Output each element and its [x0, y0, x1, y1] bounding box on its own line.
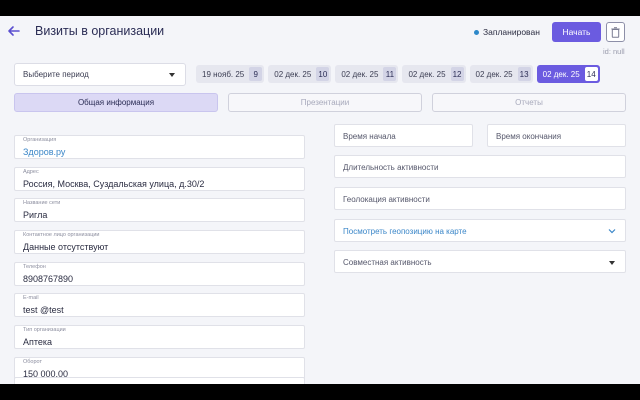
tab-general-info[interactable]: Общая информация — [14, 93, 218, 112]
start-button[interactable]: Начать — [552, 22, 601, 42]
record-id: id: null — [603, 47, 625, 56]
organization-field[interactable]: Контактное лицо организации Данные отсутс… — [14, 230, 305, 254]
organization-field[interactable]: Адрес Россия, Москва, Суздальская улица, … — [14, 167, 305, 191]
back-arrow-icon[interactable] — [6, 23, 22, 39]
field-label: Оборот — [23, 359, 43, 365]
date-chip[interactable]: 02 дек. 25 11 — [335, 65, 399, 83]
date-chip-label: 02 дек. 25 — [408, 69, 446, 79]
date-chip-number: 9 — [249, 67, 263, 81]
header: Визиты в организации Запланирован Начать… — [0, 16, 640, 56]
geolocation-placeholder: Геолокация активности — [343, 195, 430, 204]
tab-presentations[interactable]: Презентации — [228, 93, 422, 112]
trash-icon — [611, 26, 620, 38]
map-link-row[interactable]: Посмотреть геопозицию на карте — [334, 219, 626, 242]
date-chip-label: 02 дек. 25 — [475, 69, 513, 79]
field-label: Контактное лицо организации — [23, 232, 100, 238]
status-badge: Запланирован — [474, 27, 540, 37]
field-value: Аптека — [23, 337, 53, 347]
date-chip-label: 02 дек. 25 — [341, 69, 379, 79]
status-dot-icon — [474, 29, 479, 35]
start-time-placeholder: Время начала — [343, 132, 396, 141]
date-chip-label: 19 нояб. 25 — [202, 69, 245, 79]
organization-field[interactable]: Организация Здоров.ру — [14, 135, 305, 159]
period-placeholder: Выберите период — [23, 70, 89, 79]
joint-activity-select[interactable]: Совместная активность — [334, 250, 626, 273]
field-label: E-mail — [23, 295, 39, 301]
field-label: Организация — [23, 137, 57, 143]
caret-down-icon — [169, 73, 175, 77]
end-time-placeholder: Время окончания — [496, 132, 562, 141]
date-chip-number: 14 — [584, 67, 598, 81]
geolocation-field[interactable]: Геолокация активности — [334, 187, 626, 210]
organization-field[interactable]: E-mail test @test — [14, 293, 305, 317]
date-chip-number: 10 — [316, 67, 330, 81]
field-value[interactable]: Здоров.ру — [23, 147, 65, 157]
date-chip[interactable]: 02 дек. 25 14 — [536, 65, 600, 83]
delete-button[interactable] — [606, 22, 625, 42]
visit-screen: Визиты в организации Запланирован Начать… — [0, 16, 640, 384]
date-chip[interactable]: 19 нояб. 25 9 — [196, 65, 265, 83]
organization-field[interactable]: Название сети Ригла — [14, 198, 305, 222]
field-value: Россия, Москва, Суздальская улица, д.30/… — [23, 179, 205, 189]
field-label: Телефон — [23, 264, 46, 270]
page-title: Визиты в организации — [35, 24, 165, 38]
duration-placeholder: Длительность активности — [343, 163, 439, 172]
tab-reports[interactable]: Отчеты — [432, 93, 626, 112]
date-chip[interactable]: 02 дек. 25 13 — [469, 65, 533, 83]
field-label: Тип организации — [23, 327, 66, 333]
date-chip-label: 02 дек. 25 — [274, 69, 312, 79]
date-chip[interactable]: 02 дек. 25 12 — [402, 65, 466, 83]
status-text: Запланирован — [483, 27, 540, 37]
date-chips: 19 нояб. 25 9 02 дек. 25 10 02 дек. 25 11 02 д… — [196, 65, 604, 83]
date-chip-label: 02 дек. 25 — [542, 69, 580, 79]
field-value: test @test — [23, 305, 64, 315]
field-value: 8908767890 — [23, 274, 74, 284]
date-chip-number: 12 — [450, 67, 464, 81]
next-field-partial — [14, 377, 305, 384]
end-time-field[interactable]: Время окончания — [487, 124, 626, 147]
field-label: Название сети — [23, 200, 61, 206]
date-chip-number: 13 — [517, 67, 531, 81]
duration-field[interactable]: Длительность активности — [334, 155, 626, 178]
organization-field[interactable]: Тип организации Аптека — [14, 325, 305, 349]
date-chip[interactable]: 02 дек. 25 10 — [268, 65, 332, 83]
joint-activity-placeholder: Совместная активность — [343, 258, 432, 267]
chevron-down-icon — [608, 229, 616, 234]
date-chip-number: 11 — [383, 67, 397, 81]
map-link[interactable]: Посмотреть геопозицию на карте — [343, 227, 467, 236]
organization-field[interactable]: Телефон 8908767890 — [14, 262, 305, 286]
caret-down-icon — [609, 261, 615, 265]
start-time-field[interactable]: Время начала — [334, 124, 473, 147]
field-value: Данные отсутствуют — [23, 242, 109, 252]
period-select[interactable]: Выберите период — [14, 63, 186, 86]
field-label: Адрес — [23, 169, 39, 175]
tab-bar: Общая информация Презентации Отчеты — [14, 93, 626, 112]
field-value: Ригла — [23, 210, 48, 220]
